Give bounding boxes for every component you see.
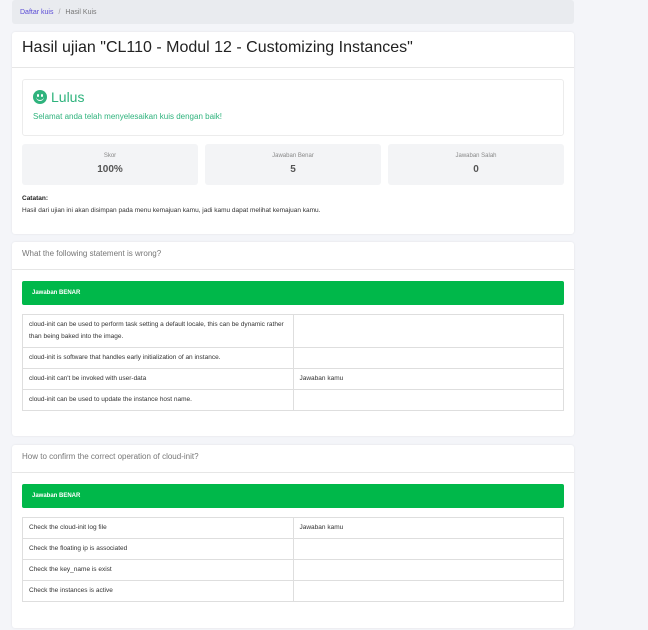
divider: [12, 472, 574, 473]
breadcrumb-separator: /: [58, 8, 61, 16]
option-mark: [292, 313, 564, 349]
option-text: Check the key_name is exist: [22, 559, 294, 582]
status-message: Selamat anda telah menyelesaikan kuis de…: [33, 112, 223, 121]
breadcrumb-current: Hasil Kuis: [65, 8, 97, 16]
stat-label: Skor: [103, 153, 117, 159]
option-row: cloud-init can be used to update the ins…: [22, 389, 564, 412]
option-row: cloud-init can't be invoked with user-da…: [22, 368, 564, 391]
correct-answer-header: Jawaban BENAR: [22, 281, 564, 305]
stat-value: 5: [290, 164, 296, 175]
option-row: Check the instances is active: [22, 580, 564, 603]
option-mark: Jawaban kamu: [292, 368, 564, 391]
option-text: Check the floating ip is associated: [22, 538, 294, 561]
option-row: Check the floating ip is associated: [22, 538, 564, 561]
result-card: Hasil ujian "CL110 - Modul 12 - Customiz…: [12, 32, 574, 234]
option-mark: [292, 580, 564, 603]
option-row: cloud-init can be used to perform task s…: [22, 313, 564, 349]
options-table: cloud-init can be used to perform task s…: [22, 313, 564, 412]
smiley-icon: [33, 90, 47, 104]
stat-label: Jawaban Salah: [455, 153, 497, 159]
question-card: What the following statement is wrong? J…: [12, 242, 574, 436]
correct-answer-header: Jawaban BENAR: [22, 484, 564, 508]
page-title: Hasil ujian "CL110 - Modul 12 - Customiz…: [22, 39, 413, 56]
option-text: cloud-init can't be invoked with user-da…: [22, 368, 294, 391]
stat-score: Skor 100%: [22, 144, 198, 185]
option-mark: [292, 559, 564, 582]
stat-wrong: Jawaban Salah 0: [388, 144, 564, 185]
question-card: How to confirm the correct operation of …: [12, 445, 574, 628]
option-text: cloud-init can be used to perform task s…: [22, 313, 294, 349]
status-text: Lulus: [51, 89, 85, 105]
breadcrumb: Daftar kuis / Hasil Kuis: [12, 0, 574, 24]
question-text: What the following statement is wrong?: [22, 249, 162, 258]
option-mark: [292, 347, 564, 370]
option-row: Check the cloud-init log file Jawaban ka…: [22, 516, 564, 540]
option-row: cloud-init is software that handles earl…: [22, 347, 564, 370]
option-mark: [292, 389, 564, 412]
option-text: Check the cloud-init log file: [22, 516, 294, 540]
stat-value: 100%: [97, 164, 123, 175]
question-text: How to confirm the correct operation of …: [22, 452, 199, 461]
option-text: cloud-init can be used to update the ins…: [22, 389, 294, 412]
note-label: Catatan:: [22, 195, 49, 202]
option-mark: [292, 538, 564, 561]
divider: [12, 269, 574, 270]
divider: [12, 67, 574, 68]
option-row: Check the key_name is exist: [22, 559, 564, 582]
success-alert: Lulus Selamat anda telah menyelesaikan k…: [22, 79, 564, 136]
options-table: Check the cloud-init log file Jawaban ka…: [22, 516, 564, 603]
stat-value: 0: [473, 164, 479, 175]
option-text: Check the instances is active: [22, 580, 294, 603]
breadcrumb-link-quiz-list[interactable]: Daftar kuis: [20, 9, 53, 16]
note-text: Hasil dari ujian ini akan disimpan pada …: [22, 207, 321, 214]
option-text: cloud-init is software that handles earl…: [22, 347, 294, 370]
stat-label: Jawaban Benar: [272, 153, 314, 159]
stat-correct: Jawaban Benar 5: [205, 144, 381, 185]
option-mark: Jawaban kamu: [292, 516, 564, 540]
